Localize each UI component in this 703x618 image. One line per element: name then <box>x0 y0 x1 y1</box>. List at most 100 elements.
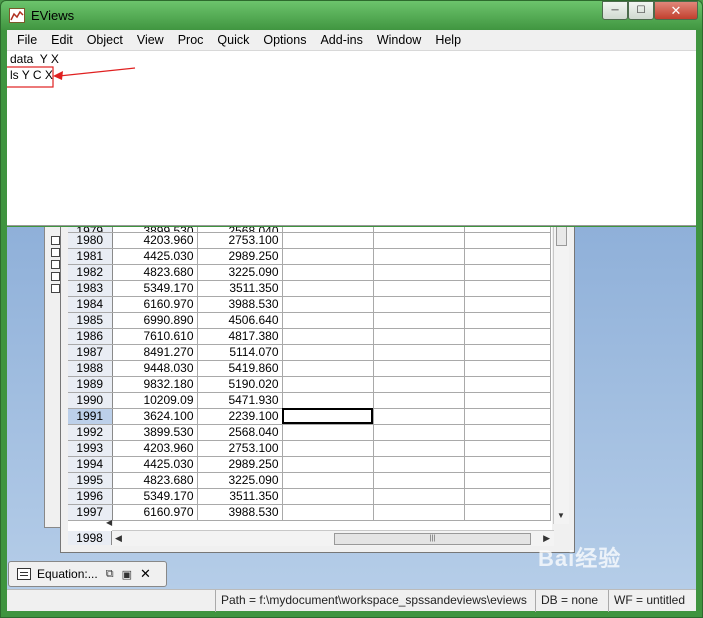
empty-cell[interactable] <box>373 456 465 473</box>
empty-cell[interactable] <box>282 344 374 361</box>
horizontal-scrollbar[interactable]: ◀ ||| ▶ <box>112 530 554 546</box>
background-window[interactable] <box>44 227 61 528</box>
empty-cell[interactable] <box>282 408 374 425</box>
cell-y[interactable]: 4203.960 <box>112 232 198 249</box>
cell-x[interactable]: 2753.100 <box>197 440 283 457</box>
cell-x[interactable]: 2989.250 <box>197 248 283 265</box>
empty-cell[interactable] <box>282 376 374 393</box>
cell-y[interactable]: 8491.270 <box>112 344 198 361</box>
empty-cell[interactable] <box>282 392 374 409</box>
empty-cell[interactable] <box>464 504 551 521</box>
empty-cell[interactable] <box>373 264 465 281</box>
vertical-scrollbar[interactable]: ▼ <box>553 227 569 524</box>
empty-cell[interactable] <box>282 488 374 505</box>
row-header[interactable]: 1990 <box>68 392 113 409</box>
cell-x[interactable]: 2239.100 <box>197 408 283 425</box>
menu-view[interactable]: View <box>130 30 171 50</box>
cell-y[interactable]: 5349.170 <box>112 280 198 297</box>
empty-cell[interactable] <box>373 296 465 313</box>
empty-cell[interactable] <box>464 312 551 329</box>
cell-y[interactable]: 4203.960 <box>112 440 198 457</box>
cell-x[interactable]: 5471.930 <box>197 392 283 409</box>
empty-cell[interactable] <box>282 312 374 329</box>
empty-cell[interactable] <box>282 232 374 249</box>
empty-cell[interactable] <box>464 296 551 313</box>
menu-options[interactable]: Options <box>256 30 313 50</box>
cell-y[interactable]: 7610.610 <box>112 328 198 345</box>
cell-y[interactable]: 6990.890 <box>112 312 198 329</box>
empty-cell[interactable] <box>373 472 465 489</box>
maximize-icon[interactable]: ▣ <box>122 568 132 581</box>
cell-x[interactable]: 3511.350 <box>197 488 283 505</box>
cell-y[interactable]: 3899.530 <box>112 424 198 441</box>
row-header[interactable]: 1991 <box>68 408 113 425</box>
scroll-down-icon[interactable]: ▼ <box>557 511 565 520</box>
empty-cell[interactable] <box>282 456 374 473</box>
cell-x[interactable]: 3225.090 <box>197 472 283 489</box>
empty-cell[interactable] <box>282 248 374 265</box>
empty-cell[interactable] <box>373 360 465 377</box>
empty-cell[interactable] <box>373 488 465 505</box>
empty-cell[interactable] <box>282 264 374 281</box>
row-header[interactable]: 1981 <box>68 248 113 265</box>
minimized-equation-window[interactable]: Equation:... ⧉ ▣ ✕ <box>8 561 167 587</box>
empty-cell[interactable] <box>373 424 465 441</box>
empty-cell[interactable] <box>373 440 465 457</box>
empty-cell[interactable] <box>373 376 465 393</box>
empty-cell[interactable] <box>282 280 374 297</box>
cell-x[interactable]: 3988.530 <box>197 504 283 521</box>
empty-cell[interactable] <box>373 232 465 249</box>
cell-y[interactable]: 4823.680 <box>112 472 198 489</box>
empty-cell[interactable] <box>464 344 551 361</box>
empty-cell[interactable] <box>464 456 551 473</box>
cell-x[interactable]: 5419.860 <box>197 360 283 377</box>
empty-cell[interactable] <box>464 280 551 297</box>
cell-y[interactable]: 6160.970 <box>112 296 198 313</box>
title-bar[interactable]: EViews ─ ☐ ✕ <box>1 1 703 31</box>
command-line-1[interactable]: data Y X <box>10 52 59 66</box>
cell-y[interactable]: 4425.030 <box>112 456 198 473</box>
row-header[interactable]: 1984 <box>68 296 113 313</box>
menu-window[interactable]: Window <box>370 30 428 50</box>
row-header[interactable]: 1992 <box>68 424 113 441</box>
empty-cell[interactable] <box>373 312 465 329</box>
row-header[interactable]: 1994 <box>68 456 113 473</box>
empty-cell[interactable] <box>282 472 374 489</box>
empty-cell[interactable] <box>373 408 465 425</box>
row-header[interactable]: 1993 <box>68 440 113 457</box>
cell-y[interactable]: 6160.970 <box>112 504 198 521</box>
menu-file[interactable]: File <box>10 30 44 50</box>
cell-x[interactable]: 2989.250 <box>197 456 283 473</box>
empty-cell[interactable] <box>464 264 551 281</box>
row-header[interactable]: 1982 <box>68 264 113 281</box>
empty-cell[interactable] <box>373 504 465 521</box>
empty-cell[interactable] <box>464 488 551 505</box>
empty-cell[interactable] <box>464 424 551 441</box>
empty-cell[interactable] <box>282 328 374 345</box>
empty-cell[interactable] <box>464 232 551 249</box>
empty-cell[interactable] <box>464 408 551 425</box>
cell-x[interactable]: 3225.090 <box>197 264 283 281</box>
command-line-2[interactable]: ls Y C X <box>10 68 53 82</box>
scroll-thumb-horizontal[interactable]: ||| <box>334 533 531 545</box>
row-header[interactable]: 1987 <box>68 344 113 361</box>
minimize-icon[interactable]: ─ <box>602 1 628 20</box>
command-window[interactable]: data Y X ls Y C X <box>7 51 696 226</box>
row-header[interactable]: 1985 <box>68 312 113 329</box>
empty-cell[interactable] <box>373 248 465 265</box>
row-header[interactable]: 1986 <box>68 328 113 345</box>
empty-cell[interactable] <box>282 296 374 313</box>
menu-object[interactable]: Object <box>80 30 130 50</box>
cell-x[interactable]: 4506.640 <box>197 312 283 329</box>
empty-cell[interactable] <box>464 440 551 457</box>
close-icon[interactable]: ✕ <box>140 566 151 582</box>
empty-cell[interactable] <box>373 280 465 297</box>
empty-cell[interactable] <box>464 472 551 489</box>
cell-x[interactable]: 5114.070 <box>197 344 283 361</box>
empty-cell[interactable] <box>282 504 374 521</box>
empty-cell[interactable] <box>282 360 374 377</box>
cell-y[interactable]: 9832.180 <box>112 376 198 393</box>
cell-y[interactable]: 10209.09 <box>112 392 198 409</box>
empty-cell[interactable] <box>464 392 551 409</box>
menu-add-ins[interactable]: Add-ins <box>313 30 369 50</box>
